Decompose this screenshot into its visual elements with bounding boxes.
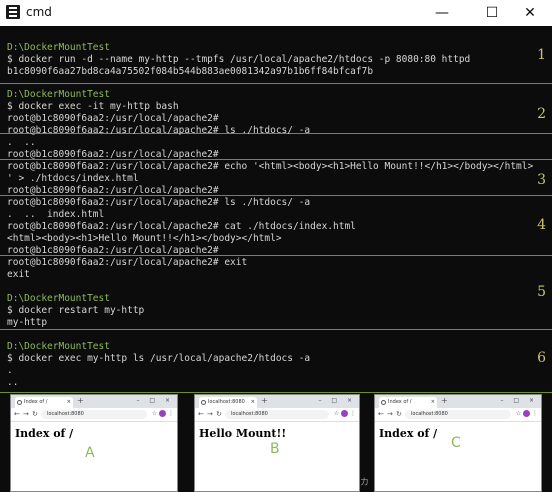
browser-toolbar: ← → ↻ localhost:8080 ☆ ⋮ bbox=[11, 408, 177, 422]
browser-screenshot-b: localhost:8080 × + – □ × ← → ↻ localhost:… bbox=[194, 394, 360, 492]
terminal-line: D:\DockerMountTest bbox=[7, 293, 110, 304]
step-number: 5 bbox=[537, 284, 546, 300]
browser-toolbar-icons[interactable]: ☆ ⋮ bbox=[152, 410, 174, 417]
window-title: cmd bbox=[26, 5, 52, 19]
close-tab-icon[interactable]: × bbox=[251, 397, 255, 408]
ime-indicator: カ bbox=[360, 478, 370, 488]
step-number: 6 bbox=[537, 350, 546, 366]
browser-screenshot-c: Index of / × + – □ × ← → ↻ localhost:8080… bbox=[374, 394, 542, 492]
terminal-line: $ docker run -d --name my-http --tmpfs /… bbox=[7, 54, 471, 65]
browser-tab-bar: Index of / × + – □ × bbox=[375, 395, 541, 408]
address-bar[interactable]: localhost:8080 bbox=[405, 410, 511, 419]
terminal-line: root@b1c8090f6aa2:/usr/local/apache2# bbox=[7, 149, 219, 160]
new-tab-icon[interactable]: + bbox=[261, 396, 268, 405]
terminal-line: root@b1c8090f6aa2:/usr/local/apache2# ec… bbox=[7, 161, 534, 172]
address-bar[interactable]: localhost:8080 bbox=[41, 410, 147, 419]
terminal-line: . .. index.html bbox=[7, 209, 105, 220]
back-icon[interactable]: ← bbox=[14, 410, 20, 418]
separator-line bbox=[0, 83, 552, 84]
page-heading: Index of / bbox=[379, 427, 438, 440]
terminal-line: root@b1c8090f6aa2:/usr/local/apache2# ca… bbox=[7, 221, 356, 232]
close-tab-icon[interactable]: × bbox=[67, 397, 71, 408]
browser-tab[interactable]: localhost:8080 × bbox=[199, 397, 257, 408]
terminal-line: ' > ./htdocs/index.html bbox=[7, 173, 139, 184]
terminal-line: .. bbox=[7, 377, 19, 388]
browser-toolbar-icons[interactable]: ☆ ⋮ bbox=[334, 410, 356, 417]
title-bar[interactable]: cmd — ☐ ✕ bbox=[0, 0, 552, 26]
profile-avatar[interactable] bbox=[523, 410, 531, 417]
terminal-line: exit bbox=[7, 269, 30, 280]
browser-tab[interactable]: Index of / × bbox=[15, 397, 73, 408]
globe-icon bbox=[381, 400, 386, 405]
terminal-line: D:\DockerMountTest bbox=[7, 89, 110, 100]
browser-window-controls[interactable]: – □ × bbox=[318, 397, 356, 404]
separator-line bbox=[0, 392, 552, 393]
forward-icon[interactable]: → bbox=[23, 410, 29, 418]
terminal-line: . .. bbox=[7, 137, 36, 148]
address-bar[interactable]: localhost:8080 bbox=[225, 410, 329, 419]
minimize-button[interactable]: — bbox=[420, 0, 464, 26]
terminal-line: D:\DockerMountTest bbox=[7, 341, 110, 352]
browser-toolbar: ← → ↻ localhost:8080 ☆ ⋮ bbox=[375, 408, 541, 422]
close-tab-icon[interactable]: × bbox=[431, 397, 435, 408]
back-icon[interactable]: ← bbox=[198, 410, 204, 418]
close-button[interactable]: ✕ bbox=[508, 0, 552, 26]
page-heading: Index of / bbox=[15, 427, 74, 440]
browser-tab-bar: localhost:8080 × + – □ × bbox=[195, 395, 359, 408]
globe-icon bbox=[201, 400, 206, 405]
browser-window-controls[interactable]: – □ × bbox=[136, 397, 174, 404]
profile-avatar[interactable] bbox=[159, 410, 167, 417]
browser-toolbar: ← → ↻ localhost:8080 ☆ ⋮ bbox=[195, 408, 359, 422]
browser-toolbar-icons[interactable]: ☆ ⋮ bbox=[516, 410, 538, 417]
screenshot-label: B bbox=[270, 441, 280, 457]
back-icon[interactable]: ← bbox=[378, 410, 384, 418]
globe-icon bbox=[17, 400, 22, 405]
reload-icon[interactable]: ↻ bbox=[216, 410, 222, 418]
new-tab-icon[interactable]: + bbox=[441, 396, 448, 405]
terminal-line: root@b1c8090f6aa2:/usr/local/apache2# bbox=[7, 245, 219, 256]
profile-avatar[interactable] bbox=[341, 410, 349, 417]
step-number: 4 bbox=[537, 217, 546, 233]
terminal-line: $ docker exec my-http ls /usr/local/apac… bbox=[7, 353, 311, 364]
tab-title: Index of / bbox=[24, 399, 48, 405]
forward-icon[interactable]: → bbox=[387, 410, 393, 418]
terminal-line: $ docker restart my-http bbox=[7, 305, 145, 316]
new-tab-icon[interactable]: + bbox=[77, 396, 84, 405]
terminal-line: root@b1c8090f6aa2:/usr/local/apache2# bbox=[7, 185, 219, 196]
browser-screenshot-a: Index of / × + – □ × ← → ↻ localhost:8080… bbox=[10, 394, 178, 492]
terminal-line: <html><body><h1>Hello Mount!!</h1></body… bbox=[7, 233, 282, 244]
cmd-app-icon bbox=[6, 5, 20, 19]
step-number: 2 bbox=[537, 106, 546, 122]
browser-tab[interactable]: Index of / × bbox=[379, 397, 437, 408]
tab-title: Index of / bbox=[388, 399, 412, 405]
terminal-line: . bbox=[7, 365, 13, 376]
terminal-area[interactable]: D:\DockerMountTest $ docker run -d --nam… bbox=[0, 26, 552, 492]
terminal-line: root@b1c8090f6aa2:/usr/local/apache2# bbox=[7, 113, 219, 124]
terminal-line: $ docker exec -it my-http bash bbox=[7, 101, 179, 112]
page-heading: Hello Mount!! bbox=[199, 427, 287, 440]
browser-tab-bar: Index of / × + – □ × bbox=[11, 395, 177, 408]
terminal-line: D:\DockerMountTest bbox=[7, 42, 110, 53]
terminal-line: root@b1c8090f6aa2:/usr/local/apache2# ls… bbox=[7, 125, 311, 136]
step-number: 1 bbox=[537, 47, 546, 63]
reload-icon[interactable]: ↻ bbox=[32, 410, 38, 418]
terminal-line: my-http bbox=[7, 317, 48, 328]
step-number: 3 bbox=[537, 172, 546, 188]
browser-window-controls[interactable]: – □ × bbox=[500, 397, 538, 404]
cmd-window: cmd — ☐ ✕ D:\DockerMountTest $ docker ru… bbox=[0, 0, 552, 492]
forward-icon[interactable]: → bbox=[207, 410, 213, 418]
terminal-line: root@b1c8090f6aa2:/usr/local/apache2# ls… bbox=[7, 197, 311, 208]
screenshot-label: C bbox=[451, 435, 461, 451]
terminal-line: root@b1c8090f6aa2:/usr/local/apache2# ex… bbox=[7, 257, 248, 268]
terminal-line: b1c8090f6aa27bd8ca4a75502f084b544b883ae0… bbox=[7, 66, 374, 77]
tab-title: localhost:8080 bbox=[208, 399, 245, 405]
screenshot-label: A bbox=[85, 445, 95, 461]
reload-icon[interactable]: ↻ bbox=[396, 410, 402, 418]
